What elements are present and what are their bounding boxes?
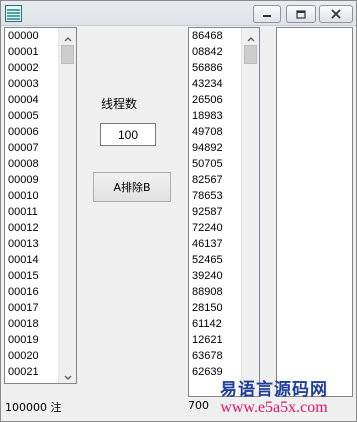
list-item[interactable]: 08842 [189, 44, 241, 60]
list-item[interactable]: 00006 [5, 124, 57, 140]
list-item[interactable]: 00018 [5, 316, 57, 332]
list-item[interactable]: 39240 [189, 268, 241, 284]
maximize-icon [296, 9, 306, 19]
minimize-icon [262, 10, 272, 18]
list-item[interactable]: 52465 [189, 252, 241, 268]
list-item[interactable]: 00011 [5, 204, 57, 220]
list-item[interactable]: 00010 [5, 188, 57, 204]
chevron-up-icon [247, 28, 255, 46]
chevron-down-icon [64, 365, 72, 383]
list-item[interactable]: 00008 [5, 156, 57, 172]
close-icon [331, 9, 341, 19]
list-item[interactable]: 94892 [189, 140, 241, 156]
list-item[interactable]: 00012 [5, 220, 57, 236]
watermark-url: www.e5a5x.com [220, 399, 328, 416]
list-item[interactable]: 92587 [189, 204, 241, 220]
left-vertical-scrollbar[interactable] [58, 28, 76, 383]
app-icon [5, 5, 22, 22]
list-item[interactable]: 00003 [5, 76, 57, 92]
exclude-button[interactable]: A排除B [93, 172, 171, 202]
scroll-up-button[interactable] [59, 28, 76, 45]
list-item[interactable]: 00017 [5, 300, 57, 316]
list-item[interactable]: 50705 [189, 156, 241, 172]
list-item[interactable]: 00015 [5, 268, 57, 284]
list-item[interactable]: 49708 [189, 124, 241, 140]
list-item[interactable]: 00019 [5, 332, 57, 348]
scroll-up-button[interactable] [242, 28, 259, 45]
list-item[interactable]: 00021 [5, 364, 57, 380]
scroll-down-button[interactable] [59, 366, 76, 383]
list-item[interactable]: 00001 [5, 44, 57, 60]
middle-vertical-scrollbar[interactable] [241, 28, 259, 396]
list-item[interactable]: 46137 [189, 236, 241, 252]
site-watermark: 易语言源码网 www.e5a5x.com [191, 375, 356, 421]
thread-count-input[interactable] [100, 123, 156, 146]
list-item[interactable]: 12621 [189, 332, 241, 348]
list-item[interactable]: 00016 [5, 284, 57, 300]
chevron-up-icon [64, 28, 72, 46]
list-item[interactable]: 18983 [189, 108, 241, 124]
list-item[interactable]: 00005 [5, 108, 57, 124]
scroll-thumb[interactable] [61, 45, 74, 64]
minimize-button[interactable] [253, 5, 281, 23]
list-item[interactable]: 00009 [5, 172, 57, 188]
right-listbox[interactable] [276, 27, 353, 397]
main-window: 00000 00001 00002 00003 00004 00005 0000… [0, 0, 357, 422]
list-item[interactable]: 00000 [5, 28, 57, 44]
maximize-button[interactable] [286, 5, 316, 23]
close-button[interactable] [319, 5, 353, 23]
list-item[interactable]: 00002 [5, 60, 57, 76]
middle-list-rows: 86468 08842 56886 43234 26506 18983 4970… [189, 28, 241, 380]
title-bar[interactable] [1, 1, 356, 26]
list-item[interactable]: 82567 [189, 172, 241, 188]
list-item[interactable]: 00007 [5, 140, 57, 156]
list-item[interactable]: 78653 [189, 188, 241, 204]
list-item[interactable]: 00014 [5, 252, 57, 268]
scroll-thumb[interactable] [244, 45, 257, 64]
list-item[interactable]: 88908 [189, 284, 241, 300]
list-item[interactable]: 43234 [189, 76, 241, 92]
list-item[interactable]: 00013 [5, 236, 57, 252]
list-item[interactable]: 28150 [189, 300, 241, 316]
left-listbox[interactable]: 00000 00001 00002 00003 00004 00005 0000… [4, 27, 77, 384]
list-item[interactable]: 72240 [189, 220, 241, 236]
watermark-title: 易语言源码网 [220, 380, 328, 400]
list-item[interactable]: 26506 [189, 92, 241, 108]
status-text-left: 100000 注 [5, 401, 62, 414]
thread-count-label: 线程数 [101, 97, 138, 111]
list-item[interactable]: 86468 [189, 28, 241, 44]
list-item[interactable]: 63678 [189, 348, 241, 364]
list-item[interactable]: 61142 [189, 316, 241, 332]
list-item[interactable]: 56886 [189, 60, 241, 76]
list-item[interactable]: 00020 [5, 348, 57, 364]
middle-listbox[interactable]: 86468 08842 56886 43234 26506 18983 4970… [188, 27, 260, 397]
left-list-rows: 00000 00001 00002 00003 00004 00005 0000… [5, 28, 57, 380]
list-item[interactable]: 00004 [5, 92, 57, 108]
